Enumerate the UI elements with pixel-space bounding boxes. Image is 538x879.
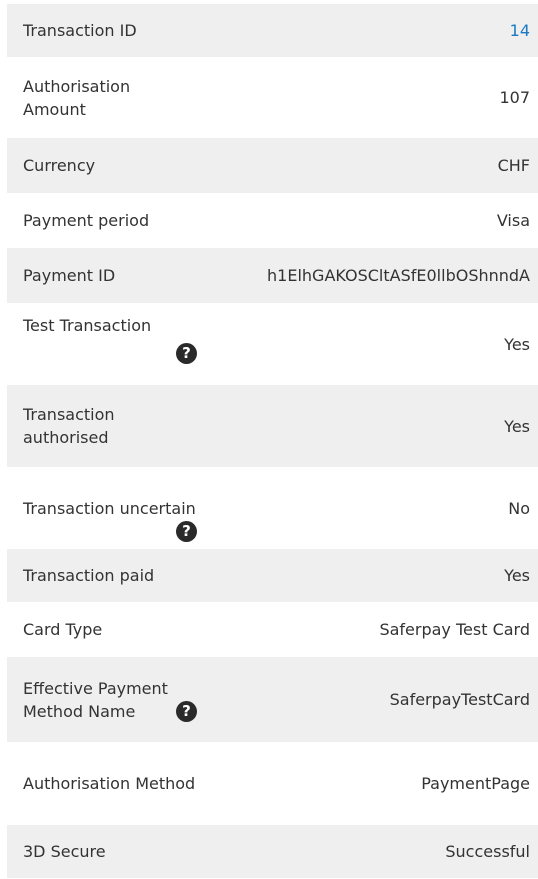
label-transaction-authorised: Transaction authorised xyxy=(23,405,115,447)
row-transaction-uncertain: Transaction uncertain ? No xyxy=(7,467,538,549)
label-card-type: Card Type xyxy=(23,620,103,639)
label-payment-id: Payment ID xyxy=(23,266,116,285)
value-test-transaction: Yes xyxy=(504,334,530,354)
label-currency: Currency xyxy=(23,156,96,175)
row-transaction-paid: Transaction paid Yes xyxy=(7,549,538,602)
label-transaction-paid: Transaction paid xyxy=(23,566,155,585)
question-circle-icon[interactable]: ? xyxy=(176,343,197,364)
question-circle-icon[interactable]: ? xyxy=(176,520,197,542)
row-card-type: Card Type Saferpay Test Card xyxy=(7,602,538,657)
value-transaction-paid: Yes xyxy=(504,566,530,585)
label-cell-transaction-uncertain: Transaction uncertain ? xyxy=(23,497,198,542)
row-authorisation-method: Authorisation Method PaymentPage xyxy=(7,742,538,825)
question-circle-icon[interactable]: ? xyxy=(176,700,197,722)
row-transaction-id: Transaction ID 14 xyxy=(7,4,538,57)
value-card-type: Saferpay Test Card xyxy=(379,620,530,639)
label-authorisation-method: Authorisation Method xyxy=(23,774,196,793)
value-transaction-uncertain: No xyxy=(508,498,530,518)
row-effective-payment-method-name: Effective Payment Method Name ? Saferpay… xyxy=(7,657,538,742)
value-transaction-authorised: Yes xyxy=(504,416,530,436)
value-authorisation-method: PaymentPage xyxy=(421,774,530,793)
row-test-transaction: Test Transaction ? Yes xyxy=(7,303,538,385)
value-authorisation-amount: 107 xyxy=(499,88,530,107)
label-effective-payment-method-name: Effective Payment Method Name xyxy=(23,678,168,721)
label-cell-test-transaction: Test Transaction ? xyxy=(23,314,198,374)
row-payment-id: Payment ID h1ElhGAKOSCltASfE0llbOShnndA xyxy=(7,248,538,303)
value-payment-period: Visa xyxy=(496,211,530,230)
label-transaction-uncertain: Transaction uncertain xyxy=(23,498,196,518)
label-test-transaction: Test Transaction xyxy=(23,316,152,335)
transaction-id-link[interactable]: 14 xyxy=(510,19,530,42)
row-currency: Currency CHF xyxy=(7,138,538,193)
label-authorisation-amount: Authorisation Amount xyxy=(23,76,131,119)
row-3d-secure: 3D Secure Successful xyxy=(7,825,538,878)
value-3d-secure: Successful xyxy=(445,842,530,861)
transaction-details-table: Transaction ID 14 Authorisation Amount 1… xyxy=(7,4,538,878)
label-payment-period: Payment period xyxy=(23,211,150,230)
row-transaction-authorised: Transaction authorised Yes xyxy=(7,385,538,467)
value-effective-payment-method-name: SaferpayTestCard xyxy=(389,690,530,709)
value-payment-id: h1ElhGAKOSCltASfE0llbOShnndA xyxy=(267,266,530,285)
label-transaction-id: Transaction ID xyxy=(23,21,137,40)
value-currency: CHF xyxy=(497,156,530,175)
row-authorisation-amount: Authorisation Amount 107 xyxy=(7,57,538,138)
label-3d-secure: 3D Secure xyxy=(23,842,106,861)
label-cell-effective-payment-method-name: Effective Payment Method Name ? xyxy=(23,677,198,723)
row-payment-period: Payment period Visa xyxy=(7,193,538,248)
